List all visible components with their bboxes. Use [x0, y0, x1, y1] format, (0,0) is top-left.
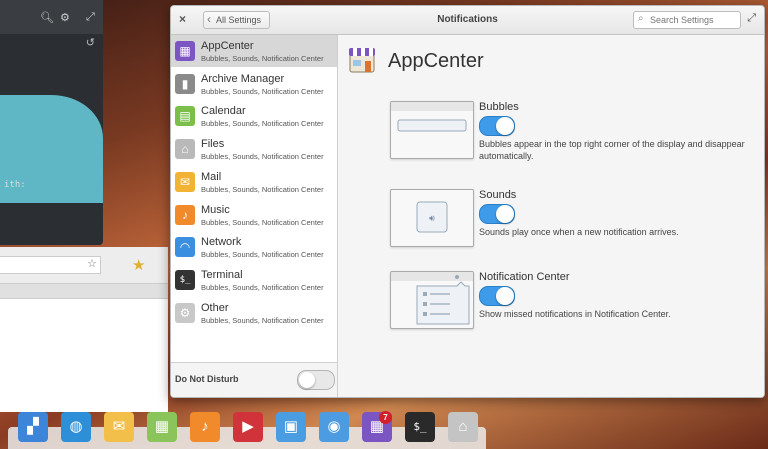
mail-icon: ✉ [175, 171, 195, 192]
sidebar-item-label: Archive Manager [201, 72, 285, 85]
sidebar-item-label: Terminal [201, 268, 243, 281]
app-sidebar: ▦ AppCenter Bubbles, Sounds, Notification … [171, 35, 338, 397]
favorites-star-icon[interactable]: ★ [132, 256, 145, 274]
photos-icon[interactable]: ▣ [276, 412, 306, 442]
files-icon: ⌂ [175, 139, 195, 160]
archive-icon: ▮ [175, 73, 195, 94]
music-icon: ♪ [175, 204, 195, 225]
sidebar-item-subtitle: Bubbles, Sounds, Notification Center [201, 282, 324, 292]
calendar-icon[interactable]: ▦ [147, 412, 177, 442]
sidebar-item-subtitle: Bubbles, Sounds, Notification Center [201, 217, 324, 227]
terminal-header: 🔍︎ ⚙ ⤢ [0, 0, 103, 34]
bubbles-preview-icon [390, 101, 474, 159]
sidebar-item-label: Music [201, 203, 230, 216]
sounds-title: Sounds [479, 189, 517, 201]
sidebar-item-label: Files [201, 138, 225, 151]
url-bar[interactable]: ☆ [0, 256, 101, 274]
appcenter-icon: ▦ [175, 41, 195, 61]
search-icon[interactable]: 🔍︎ [40, 11, 54, 24]
sidebar-item-label: Mail [201, 170, 222, 183]
web-browser-icon[interactable]: ◍ [61, 412, 91, 442]
titlebar: × All Settings Notifications ⌕ ⤢ [171, 6, 764, 35]
files-icon[interactable]: ⌂ [448, 412, 478, 442]
sidebar-item-appcenter[interactable]: ▦ AppCenter Bubbles, Sounds, Notification … [171, 35, 337, 67]
sidebar-item-network[interactable]: ◠ Network Bubbles, Sounds, Notification Ce… [171, 231, 337, 263]
do-not-disturb-label: Do Not Disturb [175, 374, 239, 384]
sidebar-item-calendar[interactable]: ▤ Calendar Bubbles, Sounds, Notification C… [171, 100, 337, 132]
browser-toolbar: ☆ ★ [0, 247, 168, 284]
sidebar-item-label: Calendar [201, 105, 246, 118]
sidebar-item-subtitle: Bubbles, Sounds, Notification Center [201, 86, 324, 96]
bubbles-option: Bubbles Bubbles appear in the top right … [390, 101, 760, 171]
notification-center-option: Notification Center Show missed notifica… [390, 271, 760, 341]
sidebar-item-music[interactable]: ♪ Music Bubbles, Sounds, Notification Cent… [171, 199, 337, 231]
notification-center-preview-icon [390, 271, 474, 329]
notification-center-toggle[interactable] [479, 286, 515, 306]
sidebar-item-subtitle: Bubbles, Sounds, Notification Center [201, 152, 324, 162]
notification-center-description: Show missed notifications in Notificatio… [479, 309, 671, 319]
bubbles-title: Bubbles [479, 101, 519, 113]
do-not-disturb-row: Do Not Disturb [171, 362, 337, 397]
network-icon: ◠ [175, 237, 195, 258]
sidebar-item-subtitle: Bubbles, Sounds, Notification Center [201, 54, 324, 63]
sidebar-item-files[interactable]: ⌂ Files Bubbles, Sounds, Notification Cent… [171, 133, 337, 165]
settings-content: AppCenter Bubbles Bubbles appear in the … [338, 35, 764, 397]
sounds-description: Sounds play once when a new notification… [479, 227, 679, 237]
bubbles-toggle[interactable] [479, 116, 515, 136]
sidebar-item-label: Other [201, 301, 229, 314]
sidebar-item-subtitle: Bubbles, Sounds, Notification Center [201, 119, 324, 129]
sidebar-item-subtitle: Bubbles, Sounds, Notification Center [201, 184, 324, 194]
sidebar-item-label: Network [201, 236, 242, 249]
videos-icon[interactable]: ▶ [233, 412, 263, 442]
sidebar-item-terminal[interactable]: $_ Terminal Bubbles, Sounds, Notification … [171, 264, 337, 296]
settings-icon[interactable]: ◉ [319, 412, 349, 442]
search-input[interactable] [650, 13, 736, 26]
browser-tabstrip [0, 284, 168, 299]
search-icon: ⌕ [638, 13, 644, 24]
do-not-disturb-switch[interactable] [297, 370, 335, 390]
sounds-option: 🔊︎ Sounds Sounds play once when a new no… [390, 189, 760, 259]
history-icon[interactable]: ↺ [86, 36, 95, 49]
svg-text:🔊︎: 🔊︎ [429, 214, 435, 224]
sidebar-item-label: AppCenter [201, 40, 254, 52]
music-icon[interactable]: ♪ [190, 412, 220, 442]
calendar-icon: ▤ [175, 106, 195, 127]
appcenter-update-badge: 7 [379, 411, 392, 424]
sidebar-item-other[interactable]: ⚙ Other Bubbles, Sounds, Notification Cent… [171, 297, 337, 329]
appcenter-icon [349, 48, 375, 73]
app-title: AppCenter [388, 50, 484, 72]
notification-center-title: Notification Center [479, 271, 570, 283]
sounds-toggle[interactable] [479, 204, 515, 224]
maximize-icon[interactable]: ⤢ [747, 12, 756, 25]
maximize-icon[interactable]: ⤢ [86, 11, 95, 24]
other-icon: ⚙ [175, 302, 195, 323]
multitasking-view-icon[interactable]: ▞ [18, 412, 48, 442]
gear-icon[interactable]: ⚙ [60, 11, 70, 24]
bubbles-description: Bubbles appear in the top right corner o… [479, 139, 745, 161]
terminal-text: ith: [4, 180, 26, 190]
mail-icon[interactable]: ✉ [104, 412, 134, 442]
notifications-window: × All Settings Notifications ⌕ ⤢ ▦ AppCen… [170, 5, 765, 398]
sidebar-item-subtitle: Bubbles, Sounds, Notification Center [201, 315, 324, 325]
sidebar-item-archive-manager[interactable]: ▮ Archive Manager Bubbles, Sounds, Notific… [171, 68, 337, 100]
browser-window: ☆ ★ [0, 247, 168, 412]
bookmark-star-icon[interactable]: ☆ [87, 257, 97, 270]
sounds-preview-icon: 🔊︎ [390, 189, 474, 247]
terminal-window: 🔍︎ ⚙ ⤢ ↺ ith: [0, 0, 103, 245]
sidebar-item-mail[interactable]: ✉ Mail Bubbles, Sounds, Notification Cente… [171, 166, 337, 198]
terminal-icon: $_ [175, 269, 195, 290]
search-field[interactable]: ⌕ [633, 11, 741, 29]
sidebar-item-subtitle: Bubbles, Sounds, Notification Center [201, 250, 324, 260]
terminal-icon[interactable]: $_ [405, 412, 435, 442]
